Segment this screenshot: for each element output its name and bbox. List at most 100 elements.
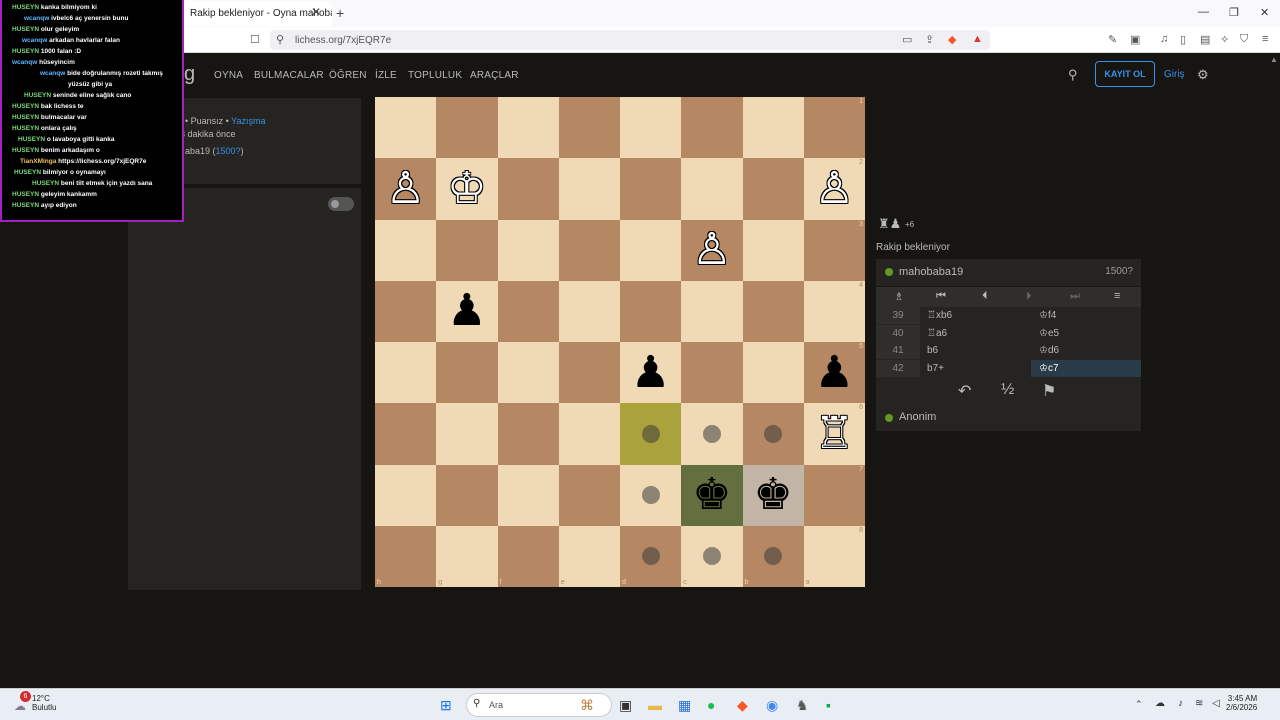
wifi-icon[interactable]: ≋ xyxy=(1195,698,1203,709)
settings-gear-icon[interactable]: ⚙ xyxy=(1197,67,1209,83)
board-square[interactable] xyxy=(558,464,620,526)
white-pawn-icon[interactable]: ♙ xyxy=(815,166,854,211)
window-close-icon[interactable]: ✕ xyxy=(1260,6,1269,19)
white-pawn-icon[interactable]: ♙ xyxy=(386,166,425,211)
board-square[interactable]: 6 ♖ xyxy=(803,403,865,465)
board-square[interactable] xyxy=(436,219,498,281)
chrome-icon[interactable]: ◉ xyxy=(766,697,778,714)
board-square[interactable]: ♙ xyxy=(375,158,437,220)
white-move[interactable]: b7+ xyxy=(927,360,944,377)
vpn-icon[interactable]: ⛉ xyxy=(1240,33,1248,46)
board-square[interactable] xyxy=(620,219,682,281)
clock[interactable]: 3:45 AM 2/6/2026 xyxy=(1226,694,1257,712)
top-player-name[interactable]: mahobaba19 xyxy=(899,266,963,278)
file-explorer-icon[interactable]: ▬ xyxy=(648,697,662,713)
resign-flag-icon[interactable]: ⚑ xyxy=(1042,381,1056,401)
move-hint-dot[interactable] xyxy=(764,547,783,566)
board-square[interactable] xyxy=(436,403,498,465)
board-square[interactable]: 1 xyxy=(803,97,865,159)
nav-play[interactable]: OYNA xyxy=(214,70,243,81)
board-square[interactable] xyxy=(558,97,620,159)
board-square[interactable]: 5 ♟ xyxy=(803,342,865,404)
board-square[interactable]: ♔ xyxy=(436,158,498,220)
board-square[interactable] xyxy=(558,280,620,342)
board-square[interactable]: b xyxy=(742,525,804,587)
board-square[interactable] xyxy=(497,280,559,342)
board-square[interactable] xyxy=(375,342,437,404)
draw-offer-icon[interactable]: ½ xyxy=(1001,381,1014,399)
white-pawn-icon[interactable]: ♙ xyxy=(692,228,731,272)
board-square[interactable] xyxy=(436,342,498,404)
board-square[interactable] xyxy=(497,464,559,526)
board-square[interactable] xyxy=(742,219,804,281)
close-tab-icon[interactable]: ✕ xyxy=(311,5,321,19)
move-hint-dot[interactable] xyxy=(641,547,660,566)
takeback-icon[interactable]: ↶ xyxy=(958,381,971,401)
board-square[interactable] xyxy=(375,464,437,526)
brave-rewards-icon[interactable]: ▲ xyxy=(972,33,983,45)
board-square[interactable]: 2 ♙ xyxy=(803,158,865,220)
board-square[interactable]: g xyxy=(436,525,498,587)
board-square[interactable]: ♟ xyxy=(436,280,498,342)
correspondence-link[interactable]: Yazışma xyxy=(231,116,265,126)
board-square[interactable] xyxy=(742,158,804,220)
next-move-icon[interactable]: ⏵ xyxy=(1026,290,1032,303)
scroll-up-icon[interactable]: ▲ xyxy=(1270,55,1278,64)
weather-icon[interactable]: ☁ xyxy=(14,699,26,713)
board-square[interactable] xyxy=(497,219,559,281)
move-hint-dot[interactable] xyxy=(702,547,721,566)
board-square[interactable] xyxy=(742,403,804,465)
first-move-icon[interactable]: ⏮ xyxy=(936,290,946,303)
board-square[interactable] xyxy=(497,97,559,159)
board-square[interactable] xyxy=(742,97,804,159)
site-info-icon[interactable]: ⚲ xyxy=(276,33,284,46)
nav-learn[interactable]: ÖĞREN xyxy=(329,70,367,81)
board-square[interactable] xyxy=(558,342,620,404)
board-square[interactable] xyxy=(497,342,559,404)
mic-icon[interactable]: ♪ xyxy=(1178,698,1183,709)
menu-icon[interactable]: ≡ xyxy=(1262,33,1268,45)
chat-toggle[interactable] xyxy=(328,197,354,211)
board-square[interactable]: h xyxy=(375,525,437,587)
board-square[interactable]: 8a xyxy=(803,525,865,587)
board-square[interactable]: ♚ xyxy=(681,464,743,526)
board-square[interactable] xyxy=(620,97,682,159)
black-king-icon[interactable]: ♚ xyxy=(692,473,731,517)
bookmark-icon[interactable]: ☐ xyxy=(250,33,260,46)
chess-board[interactable]: 1 ♙ ♔ 2 ♙ ♙ 3 ♟ 4 ♟ 5 ♟ 6 ♖ ♚ ♚ 7 h g f e d c b 8 a xyxy=(375,97,865,587)
flip-board-icon[interactable]: ♗ xyxy=(894,290,904,303)
signup-button[interactable]: KAYIT OL xyxy=(1095,61,1155,87)
board-square[interactable]: f xyxy=(497,525,559,587)
board-square[interactable] xyxy=(436,464,498,526)
site-logo[interactable]: g xyxy=(184,63,195,86)
board-square[interactable]: ♟ xyxy=(620,342,682,404)
volume-icon[interactable]: ◁ xyxy=(1212,698,1220,709)
board-square[interactable] xyxy=(681,403,743,465)
prev-move-icon[interactable]: ⏴ xyxy=(982,290,988,303)
board-square[interactable] xyxy=(620,464,682,526)
app-icon[interactable]: ▪ xyxy=(826,697,831,713)
tray-overflow-icon[interactable]: ⌃ xyxy=(1135,699,1143,710)
board-square[interactable] xyxy=(375,403,437,465)
task-view-icon[interactable]: ▣ xyxy=(619,697,632,714)
login-link[interactable]: Giriş xyxy=(1164,69,1185,80)
weather-widget[interactable]: 12°C Bulutlu xyxy=(32,694,56,712)
white-move[interactable]: ♖xb6 xyxy=(927,307,952,324)
board-square[interactable] xyxy=(681,342,743,404)
board-square[interactable] xyxy=(558,219,620,281)
menu-hamburger-icon[interactable]: ≡ xyxy=(1114,290,1120,302)
board-square[interactable]: 3 xyxy=(803,219,865,281)
board-square[interactable]: e xyxy=(558,525,620,587)
brave-shield-icon[interactable]: ◆ xyxy=(948,33,956,46)
nav-community[interactable]: TOPLULUK xyxy=(408,70,462,81)
board-square[interactable] xyxy=(558,158,620,220)
move-hint-dot[interactable] xyxy=(641,486,660,505)
move-hint-dot[interactable] xyxy=(764,424,783,443)
restore-icon[interactable]: ❐ xyxy=(1229,6,1239,19)
board-square[interactable]: ♙ xyxy=(681,219,743,281)
nav-tools[interactable]: ARAÇLAR xyxy=(470,70,519,81)
player-rating-link[interactable]: 1500? xyxy=(216,146,241,156)
board-square[interactable] xyxy=(620,158,682,220)
share-icon[interactable]: ⇪ xyxy=(925,33,934,46)
board-square[interactable]: c xyxy=(681,525,743,587)
